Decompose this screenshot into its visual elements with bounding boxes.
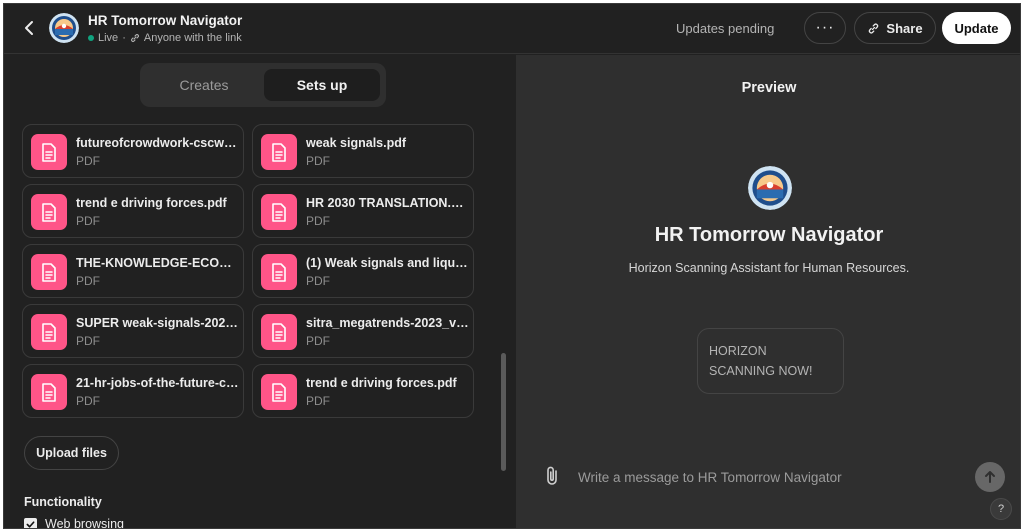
gpt-preview-avatar xyxy=(748,166,792,210)
file-icon-box xyxy=(31,314,67,350)
file-name: trend e driving forces.pdf xyxy=(76,196,227,210)
arrow-up-icon xyxy=(985,471,995,483)
gpt-title: HR Tomorrow Navigator xyxy=(88,13,243,28)
functionality-heading: Functionality xyxy=(24,495,102,509)
gpt-preview-description: Horizon Scanning Assistant for Human Res… xyxy=(628,261,910,275)
status-line: Live · Anyone with the link xyxy=(88,32,242,44)
file-type: PDF xyxy=(76,394,100,408)
document-icon xyxy=(272,322,286,342)
share-button[interactable]: Share xyxy=(854,12,936,44)
visibility-text: Anyone with the link xyxy=(143,32,242,44)
send-button[interactable] xyxy=(975,462,1005,492)
web-browsing-label: Web browsing xyxy=(45,517,124,529)
document-icon xyxy=(42,262,56,282)
share-label: Share xyxy=(886,20,923,36)
document-icon xyxy=(42,322,56,342)
file-card[interactable]: 21-hr-jobs-of-the-future-c… PDF xyxy=(22,364,244,418)
link-icon xyxy=(130,34,139,42)
file-type: PDF xyxy=(76,274,100,288)
editor-pane: Creates Sets up futureofcrowdwork-cscw2…… xyxy=(4,55,516,529)
chevron-left-icon xyxy=(25,21,33,35)
document-icon xyxy=(42,202,56,222)
document-icon xyxy=(42,382,56,402)
preview-pane: Preview HR Tomorrow Navigator Horizon Sc… xyxy=(516,55,1020,528)
file-type: PDF xyxy=(76,334,100,348)
file-name: SUPER weak-signals-2022… xyxy=(76,316,239,330)
more-icon: ··· xyxy=(815,19,835,36)
web-browsing-checkbox[interactable] xyxy=(24,517,37,528)
file-type: PDF xyxy=(306,394,330,408)
file-icon-box xyxy=(31,254,67,290)
file-type: PDF xyxy=(306,274,330,288)
file-name: trend e driving forces.pdf xyxy=(306,376,457,390)
document-icon xyxy=(272,382,286,402)
file-icon-box xyxy=(261,254,297,290)
checkmark-icon xyxy=(26,520,35,528)
preview-heading: Preview xyxy=(741,80,797,96)
attach-button[interactable] xyxy=(544,465,564,489)
file-name: THE-KNOWLEDGE-ECON… xyxy=(76,256,239,270)
file-icon-box xyxy=(31,374,67,410)
file-card[interactable]: THE-KNOWLEDGE-ECON… PDF xyxy=(22,244,244,298)
tab-sets-up[interactable]: Sets up xyxy=(264,69,380,101)
file-name: HR 2030 TRANSLATION.p… xyxy=(306,196,469,210)
starter-line-2: SCANNING NOW! xyxy=(709,364,813,378)
file-card[interactable]: SUPER weak-signals-2022… PDF xyxy=(22,304,244,358)
file-card[interactable]: trend e driving forces.pdf PDF xyxy=(252,364,474,418)
file-name: 21-hr-jobs-of-the-future-c… xyxy=(76,376,239,390)
file-card[interactable]: (1) Weak signals and liquid … PDF xyxy=(252,244,474,298)
share-link-icon xyxy=(869,23,879,33)
update-button[interactable]: Update xyxy=(942,12,1011,44)
upload-files-button[interactable]: Upload files xyxy=(24,436,119,470)
updates-pending-text: Updates pending xyxy=(676,21,775,36)
gpt-preview-name: HR Tomorrow Navigator xyxy=(654,224,884,246)
more-options-button[interactable]: ··· xyxy=(804,12,846,44)
web-browsing-option: Web browsing xyxy=(24,517,124,529)
file-icon-box xyxy=(261,194,297,230)
live-dot xyxy=(88,35,94,41)
conversation-starter[interactable]: HORIZON SCANNING NOW! xyxy=(697,328,844,394)
file-type: PDF xyxy=(306,334,330,348)
message-input[interactable] xyxy=(578,457,968,497)
help-button[interactable]: ? xyxy=(990,498,1012,520)
file-card[interactable]: futureofcrowdwork-cscw2… PDF xyxy=(22,124,244,178)
file-icon-box xyxy=(261,134,297,170)
file-icon-box xyxy=(31,134,67,170)
file-icon-box xyxy=(31,194,67,230)
mode-switch: Creates Sets up xyxy=(140,63,386,107)
document-icon xyxy=(272,202,286,222)
file-type: PDF xyxy=(76,154,100,168)
tab-creates[interactable]: Creates xyxy=(146,69,262,101)
file-icon-box xyxy=(261,374,297,410)
app-window: HR Tomorrow Navigator Live · Anyone with… xyxy=(3,3,1021,529)
back-button[interactable] xyxy=(18,17,40,39)
message-composer xyxy=(538,457,1012,497)
file-card[interactable]: trend e driving forces.pdf PDF xyxy=(22,184,244,238)
document-icon xyxy=(272,142,286,162)
live-status: Live xyxy=(98,32,119,44)
top-bar: HR Tomorrow Navigator Live · Anyone with… xyxy=(4,4,1020,54)
file-type: PDF xyxy=(76,214,100,228)
file-name: futureofcrowdwork-cscw2… xyxy=(76,136,239,150)
file-card[interactable]: sitra_megatrends-2023_v… PDF xyxy=(252,304,474,358)
document-icon xyxy=(42,142,56,162)
file-type: PDF xyxy=(306,154,330,168)
file-icon-box xyxy=(261,314,297,350)
scrollbar-thumb[interactable] xyxy=(501,353,506,471)
gpt-avatar xyxy=(49,13,79,43)
file-name: sitra_megatrends-2023_v… xyxy=(306,316,469,330)
starter-line-1: HORIZON xyxy=(709,344,767,358)
file-name: (1) Weak signals and liquid … xyxy=(306,256,469,270)
file-type: PDF xyxy=(306,214,330,228)
file-card[interactable]: HR 2030 TRANSLATION.p… PDF xyxy=(252,184,474,238)
document-icon xyxy=(272,262,286,282)
file-name: weak signals.pdf xyxy=(306,136,407,150)
file-card[interactable]: weak signals.pdf PDF xyxy=(252,124,474,178)
paperclip-icon xyxy=(547,466,557,485)
separator: · xyxy=(122,32,126,44)
